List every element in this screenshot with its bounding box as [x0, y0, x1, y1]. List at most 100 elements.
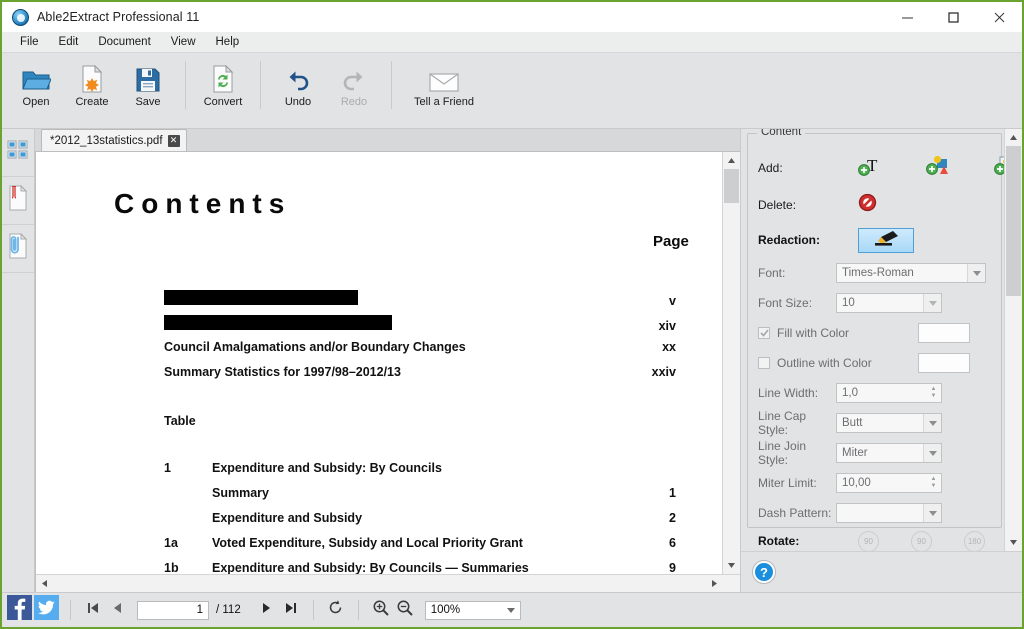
document-viewport-wrap: Contents Page v xiv	[35, 151, 740, 574]
convert-icon	[210, 63, 236, 93]
add-shape-icon[interactable]	[926, 155, 950, 182]
content-properties-panel: Content Add: T	[740, 129, 1022, 592]
toolbar-button-redo[interactable]: Redo	[326, 59, 382, 108]
menu-item-help[interactable]: Help	[206, 32, 250, 52]
checkbox-checked-icon	[758, 327, 770, 339]
toolbar-button-create[interactable]: Create	[64, 59, 120, 108]
app-logo-icon	[12, 9, 29, 26]
zoom-out-button[interactable]	[393, 598, 417, 622]
outline-with-color-row: Outline with Color	[758, 348, 991, 378]
add-image-icon[interactable]	[994, 155, 1004, 182]
zoom-level-select[interactable]: 100%	[425, 601, 521, 620]
toc-page: 6	[604, 536, 722, 550]
pdf-page-canvas[interactable]: Contents Page v xiv	[35, 151, 722, 574]
line-join-style-select[interactable]: Miter	[836, 443, 942, 463]
rotate-left-90-button[interactable]: 90	[858, 531, 879, 552]
toc-code: 1	[164, 461, 212, 475]
font-select[interactable]: Times-Roman	[836, 263, 986, 283]
panel-scroll-down-icon[interactable]	[1005, 534, 1022, 551]
scroll-down-icon[interactable]	[723, 557, 740, 574]
document-horizontal-scrollbar[interactable]	[35, 574, 740, 592]
next-page-button[interactable]	[255, 598, 279, 622]
scrollbar-track[interactable]	[723, 169, 740, 557]
line-cap-style-label: Line Cap Style:	[758, 409, 836, 437]
twitter-button[interactable]	[33, 597, 60, 624]
dash-pattern-select[interactable]	[836, 503, 942, 523]
chevron-down-icon	[923, 294, 941, 312]
sidebar-item-bookmarks[interactable]	[2, 177, 34, 225]
zoom-in-button[interactable]	[369, 598, 393, 622]
scroll-left-icon[interactable]	[36, 575, 53, 592]
scroll-right-icon[interactable]	[706, 575, 723, 592]
main-body: *2012_13statistics.pdf ✕ Contents Page v	[2, 129, 1022, 592]
sidebar-item-thumbnails[interactable]	[2, 129, 34, 177]
thumbnails-grid-icon	[6, 138, 30, 167]
toolbar-button-open[interactable]: Open	[8, 59, 64, 108]
redaction-label: Redaction:	[758, 233, 836, 247]
menu-item-document[interactable]: Document	[88, 32, 160, 52]
panel-scrollbar-thumb[interactable]	[1006, 146, 1021, 296]
outline-with-color-checkbox[interactable]: Outline with Color	[758, 356, 918, 370]
help-question-icon[interactable]: ?	[753, 561, 775, 583]
menu-item-view[interactable]: View	[161, 32, 206, 52]
close-icon[interactable]: ✕	[168, 135, 180, 147]
toolbar-label-undo: Undo	[285, 96, 311, 108]
rotate-180-button[interactable]: 180	[964, 531, 985, 552]
miter-limit-input[interactable]: 10,00 ▲▼	[836, 473, 942, 493]
panel-scroll-up-icon[interactable]	[1005, 129, 1022, 146]
line-join-style-value: Miter	[842, 447, 868, 459]
toc-code: 1b	[164, 561, 212, 574]
menu-item-edit[interactable]: Edit	[49, 32, 89, 52]
scrollbar-thumb[interactable]	[724, 169, 739, 203]
add-text-icon[interactable]: T	[858, 155, 882, 182]
toolbar-button-save[interactable]: Save	[120, 59, 176, 108]
redaction-marker-icon	[869, 229, 903, 252]
close-button[interactable]	[976, 2, 1022, 32]
previous-page-button[interactable]	[105, 598, 129, 622]
status-bar: 1 / 112	[2, 592, 1022, 627]
panel-scrollbar-track[interactable]	[1005, 146, 1022, 534]
redaction-tool-button[interactable]	[858, 228, 914, 253]
delete-button[interactable]	[836, 193, 877, 217]
scroll-up-icon[interactable]	[723, 152, 740, 169]
line-cap-style-select[interactable]: Butt	[836, 413, 942, 433]
tab-label: *2012_13statistics.pdf	[50, 135, 163, 147]
toc-entry: 1b Expenditure and Subsidy: By Councils …	[36, 561, 722, 574]
front-matter-row: v	[36, 290, 722, 315]
hscrollbar-track[interactable]	[53, 575, 706, 592]
line-width-input[interactable]: 1,0 ▲▼	[836, 383, 942, 403]
last-page-button[interactable]	[279, 598, 303, 622]
toolbar-button-convert[interactable]: Convert	[195, 59, 251, 108]
sidebar-item-attachments[interactable]	[2, 225, 34, 273]
stepper-icon[interactable]: ▲▼	[927, 475, 940, 491]
first-page-icon	[86, 601, 100, 620]
last-page-icon	[284, 601, 298, 620]
document-vertical-scrollbar[interactable]	[722, 151, 740, 574]
outline-color-swatch[interactable]	[918, 353, 970, 373]
maximize-button[interactable]	[930, 2, 976, 32]
miter-limit-row: Miter Limit: 10,00 ▲▼	[758, 468, 991, 498]
font-size-label: Font Size:	[758, 296, 836, 310]
title-bar-left: Able2Extract Professional 11	[2, 9, 199, 26]
toolbar-button-tell-a-friend[interactable]: Tell a Friend	[401, 59, 487, 108]
facebook-button[interactable]	[6, 597, 33, 624]
panel-vertical-scrollbar[interactable]	[1004, 129, 1022, 551]
toolbar-label-tell-a-friend: Tell a Friend	[414, 96, 474, 108]
toc-entry-list: 1 Expenditure and Subsidy: By Councils S…	[36, 461, 722, 574]
fill-with-color-checkbox[interactable]: Fill with Color	[758, 326, 918, 340]
menu-item-file[interactable]: File	[10, 32, 49, 52]
toolbar-button-undo[interactable]: Undo	[270, 59, 326, 108]
toolbar-label-convert: Convert	[204, 96, 243, 108]
line-cap-style-row: Line Cap Style: Butt	[758, 408, 991, 438]
minimize-button[interactable]	[884, 2, 930, 32]
stepper-icon[interactable]: ▲▼	[927, 385, 940, 401]
table-section-label-row: Table	[36, 414, 722, 439]
page-number-input[interactable]: 1	[137, 601, 209, 620]
font-size-select[interactable]: 10	[836, 293, 942, 313]
tab-document[interactable]: *2012_13statistics.pdf ✕	[41, 129, 187, 151]
first-page-button[interactable]	[81, 598, 105, 622]
fill-color-swatch[interactable]	[918, 323, 970, 343]
rotate-view-button[interactable]	[324, 598, 348, 622]
rotate-right-90-button[interactable]: 90	[911, 531, 932, 552]
add-row: Add: T	[758, 148, 991, 188]
